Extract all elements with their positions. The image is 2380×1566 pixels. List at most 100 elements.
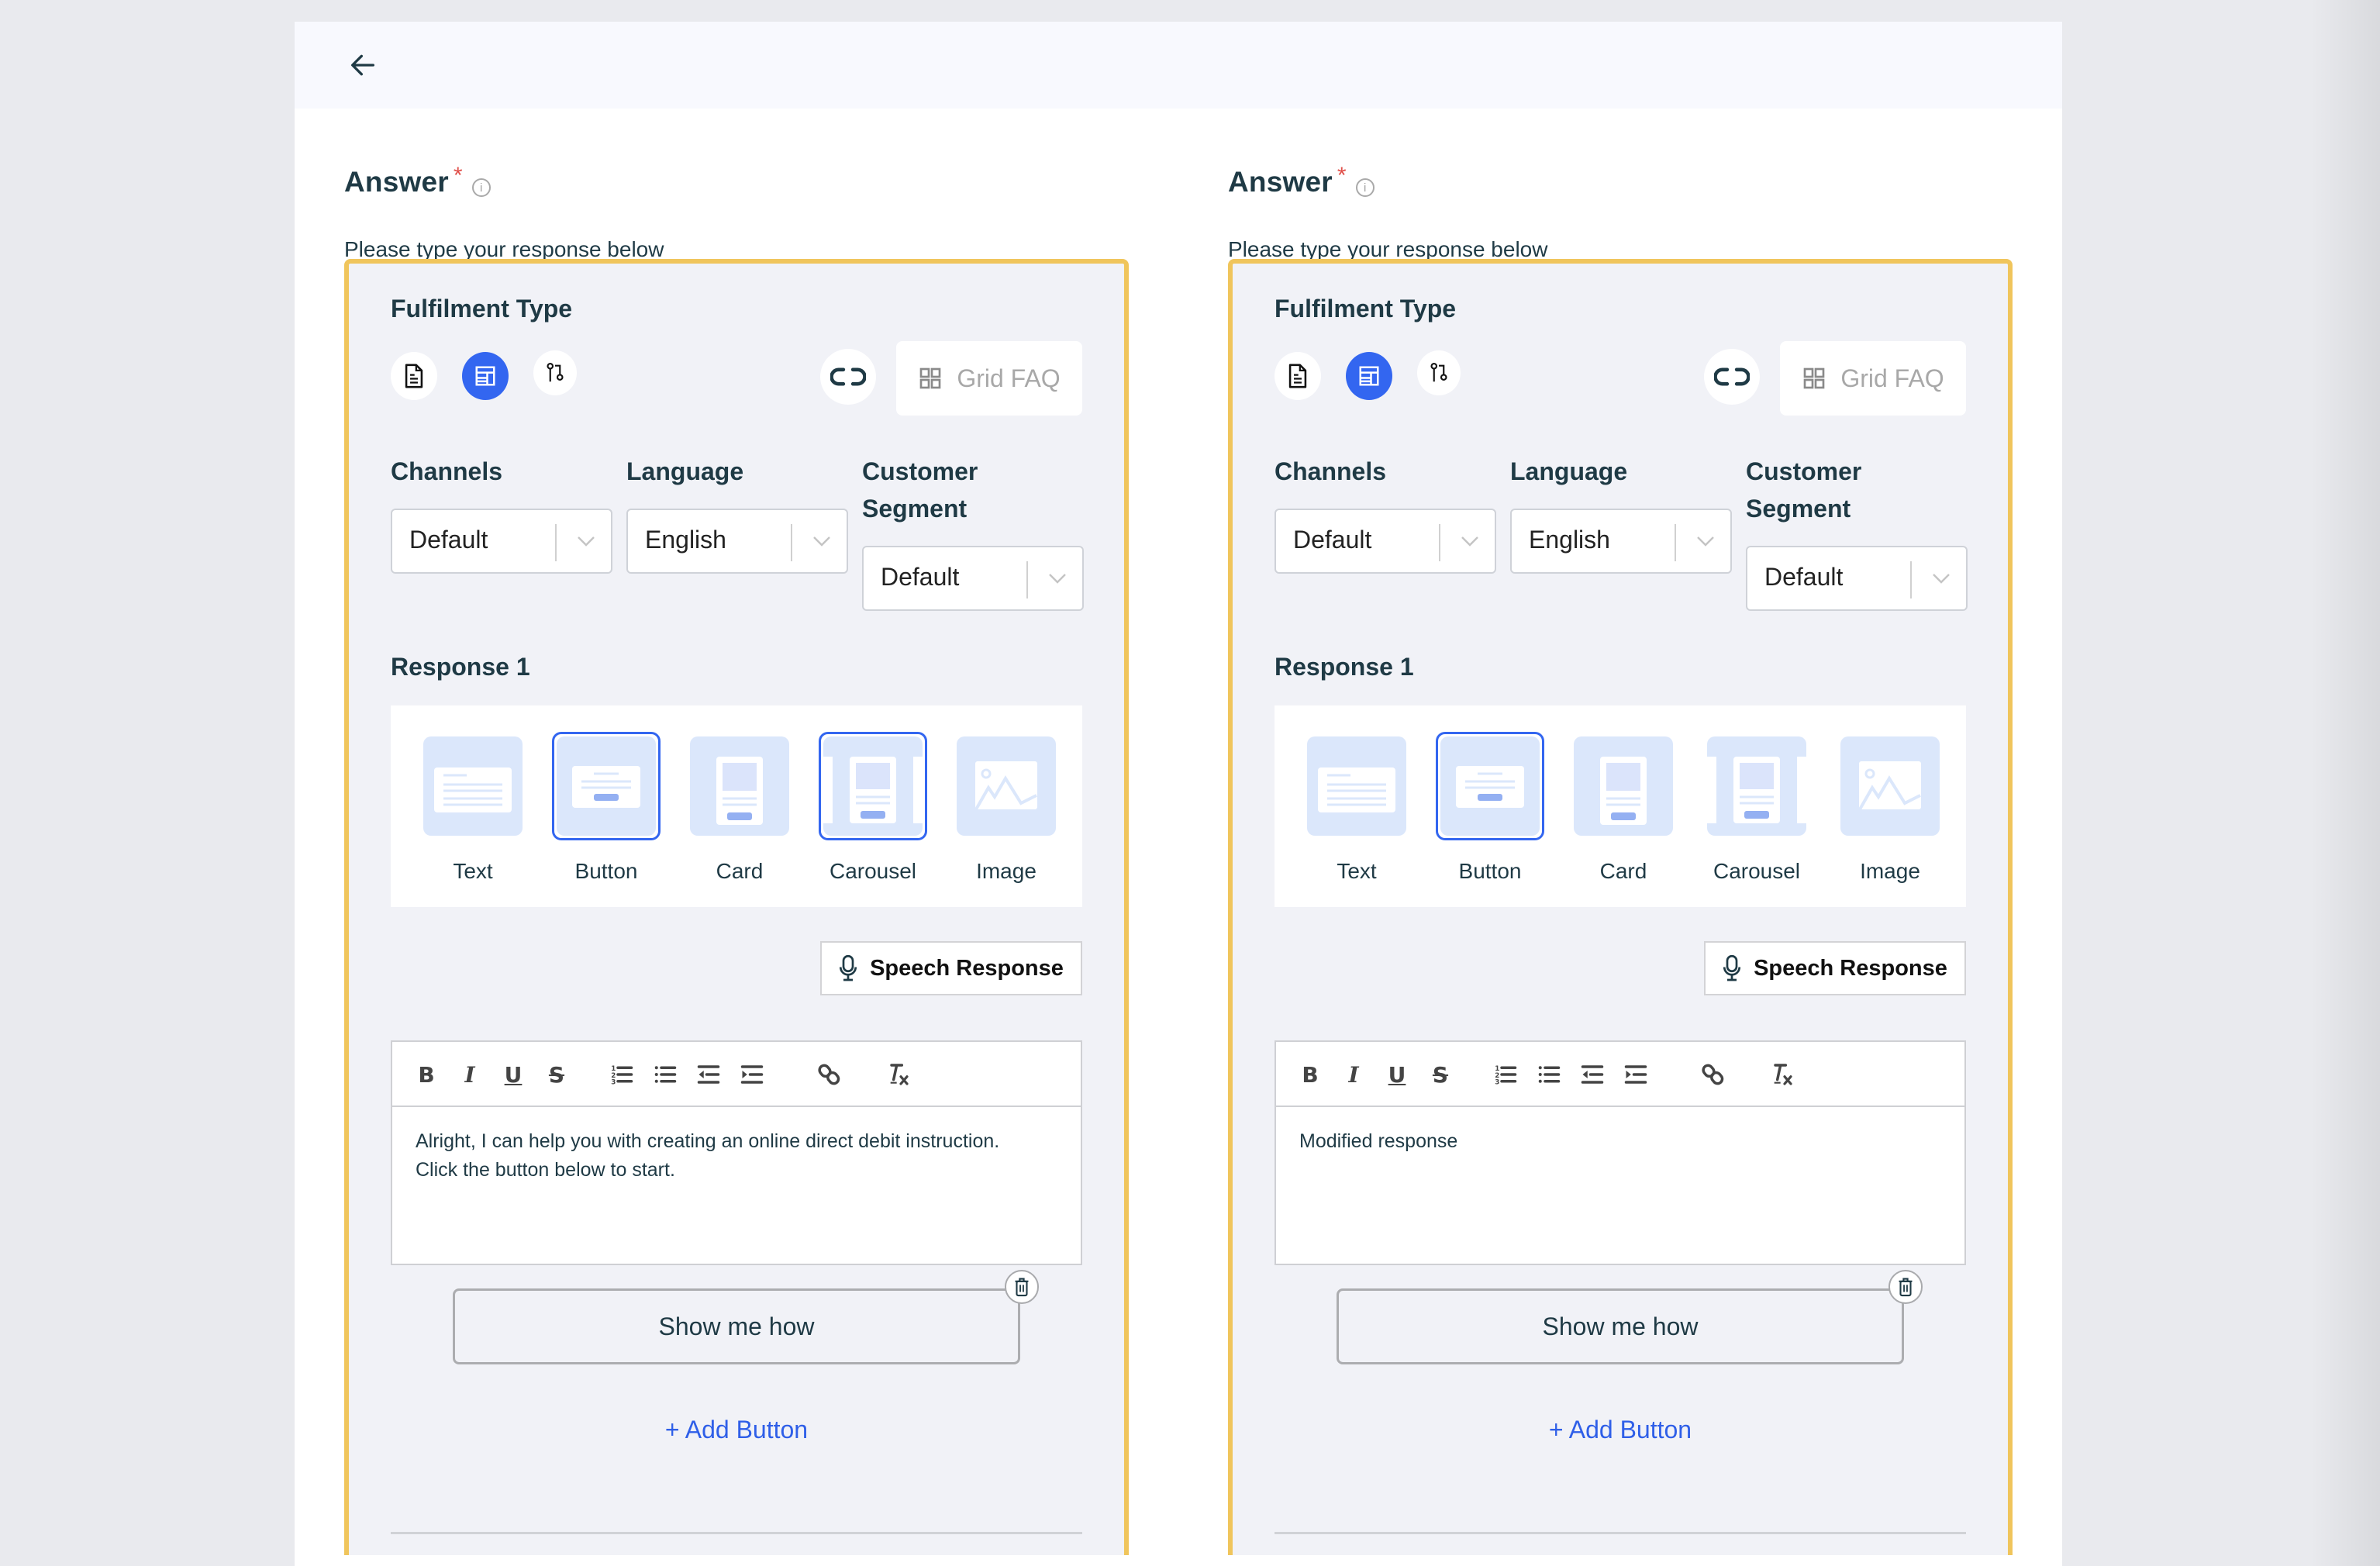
delete-button[interactable] [1005,1270,1039,1304]
editor-toolbar: B I U S 1 2 3 [392,1042,1081,1107]
underline-icon: U [1388,1061,1406,1088]
chevron-down-icon [1043,564,1071,592]
response-type-label: Text [1337,859,1377,883]
window-edge-shadow [2310,0,2380,1566]
grid-faq-button[interactable]: Grid FAQ [896,341,1082,416]
speech-response-button[interactable]: Speech Response [820,941,1082,995]
outdent-button[interactable] [693,1059,724,1090]
response-type-label: Image [976,859,1037,883]
answer-editor-box: Fulfilment Type Grid FAQ Channels Defaul… [1228,259,2013,1555]
info-icon[interactable]: i [1355,178,1375,197]
customer-segment-label-line2: Segment [1746,495,1851,523]
speech-response-label: Speech Response [870,955,1064,981]
response-type-thumb [1702,732,1811,840]
fulfilment-type-flow[interactable] [1417,350,1461,395]
delete-button[interactable] [1888,1270,1923,1304]
answer-editor-box: Fulfilment Type Grid FAQ Channels Defaul… [344,259,1129,1555]
grid-faq-label: Grid FAQ [957,364,1061,392]
underline-button[interactable]: U [1381,1059,1412,1090]
language-value: English [1529,526,1610,554]
response-type-thumb [552,732,661,840]
customer-segment-select[interactable]: Default [1746,546,1968,611]
fulfilment-type-document[interactable] [1275,352,1321,400]
indent-button[interactable] [1620,1059,1651,1090]
rich-text-editor: B I U S 1 2 3 [391,1040,1082,1265]
strikethrough-button[interactable]: S [1425,1059,1456,1090]
speech-response-button[interactable]: Speech Response [1704,941,1966,995]
response-type-label: Image [1860,859,1920,883]
response-type-thumb [1436,732,1544,840]
language-select[interactable]: English [1510,509,1732,574]
outdent-button[interactable] [1577,1059,1608,1090]
bold-button[interactable]: B [1295,1059,1326,1090]
response-type-thumb [419,732,527,840]
response-type-panel: Text Button Card Carousel Image [391,705,1082,907]
clear-format-icon [1774,1064,1792,1085]
image-icon [974,761,1037,810]
editor-content-line: Alright, I can help you with creating an… [416,1130,1000,1152]
button-preview-label: Show me how [658,1312,815,1340]
channels-value: Default [1293,526,1372,554]
link-icon [830,367,866,386]
fulfilment-type-document[interactable] [391,352,437,400]
card-message-icon [716,757,763,825]
bold-icon: B [418,1061,435,1088]
grid-faq-button[interactable]: Grid FAQ [1780,341,1966,416]
clear-format-button[interactable] [882,1059,913,1090]
link-button[interactable] [820,349,876,405]
response-type-thumb [1302,732,1411,840]
document-icon [405,364,423,388]
editor-content[interactable]: Modified response [1299,1127,1943,1156]
strikethrough-button[interactable]: S [541,1059,572,1090]
clear-format-button[interactable] [1766,1059,1797,1090]
fulfilment-type-flow[interactable] [533,350,577,395]
link-format-button[interactable] [1698,1059,1729,1090]
rich-text-editor: B I U S 1 2 3 [1275,1040,1966,1265]
grid-icon [1803,367,1825,389]
add-button-link[interactable]: + Add Button [391,1416,1082,1444]
fulfilment-type-label: Fulfilment Type [1275,295,1457,323]
fulfilment-type-template[interactable] [1346,352,1392,400]
underline-button[interactable]: U [498,1059,529,1090]
add-button-link[interactable]: + Add Button [1275,1416,1966,1444]
svg-text:3: 3 [611,1079,616,1087]
language-select[interactable]: English [626,509,848,574]
bullet-list-button[interactable] [1533,1059,1564,1090]
trash-icon [1899,1278,1913,1297]
customer-segment-label-line1: Customer [1746,457,1862,485]
link-button[interactable] [1704,349,1760,405]
ordered-list-button[interactable]: 1 2 3 [1490,1059,1521,1090]
bullet-list-button[interactable] [650,1059,681,1090]
channels-select[interactable]: Default [1275,509,1496,574]
response-type-thumb [819,732,927,840]
indent-button[interactable] [736,1059,767,1090]
back-button[interactable] [347,50,378,81]
info-icon[interactable]: i [471,178,491,197]
layout-template-icon [1359,366,1379,386]
editor-toolbar: B I U S 1 2 3 [1276,1042,1964,1107]
text-message-icon [1318,767,1395,812]
microphone-icon [839,954,857,981]
chevron-down-icon [1927,564,1955,592]
layout-template-icon [475,366,495,386]
image-icon [1858,761,1921,810]
channels-select[interactable]: Default [391,509,612,574]
bold-button[interactable]: B [411,1059,442,1090]
select-divider [1439,524,1440,561]
italic-button[interactable]: I [454,1059,485,1090]
ordered-list-button[interactable]: 1 2 3 [606,1059,637,1090]
indent-icon [740,1065,764,1084]
customer-segment-label: Customer Segment [862,453,978,527]
customer-segment-select[interactable]: Default [862,546,1084,611]
fulfilment-type-template[interactable] [462,352,509,400]
link-format-button[interactable] [814,1059,845,1090]
strikethrough-icon: S [548,1061,565,1088]
button-preview-show-me-how[interactable]: Show me how [453,1288,1020,1364]
chevron-down-icon [572,527,600,555]
italic-icon: I [1348,1061,1359,1088]
editor-content[interactable]: Alright, I can help you with creating an… [416,1127,1059,1185]
editor-content-line: Click the button below to start. [416,1159,675,1181]
answer-label: Answer * i [1228,163,1375,198]
italic-button[interactable]: I [1338,1059,1369,1090]
button-preview-show-me-how[interactable]: Show me how [1337,1288,1904,1364]
